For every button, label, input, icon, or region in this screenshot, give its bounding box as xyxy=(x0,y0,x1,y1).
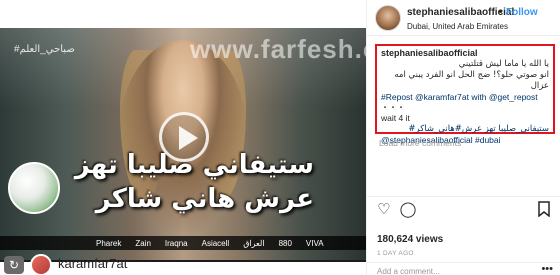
ticker-item: Pharek xyxy=(96,238,122,248)
ticker-item: VIVA xyxy=(305,238,324,248)
avatar[interactable] xyxy=(375,5,401,31)
post-video[interactable]: #صباحي_العلم www.farfesh.com ستيفاني صلي… xyxy=(0,0,366,275)
instagram-post: #صباحي_العلم www.farfesh.com ستيفاني صلي… xyxy=(0,0,560,275)
video-caption-line-2: عرش هاني شاكر xyxy=(95,184,314,214)
caption-arabic-line-1: يا الله يا ماما ليش قتلتيني xyxy=(458,59,549,69)
repost-username[interactable]: karamfar7at xyxy=(58,256,127,271)
football-graphic xyxy=(8,162,60,214)
post-side-panel: stephaniesalibaofficial • Follow Dubai, … xyxy=(366,0,560,275)
action-bar: ♡ ◯ xyxy=(367,196,560,222)
repost-icon: ↻ xyxy=(4,256,24,274)
caption-arabic-hashtags[interactable]: ستيفاني_صليبا تهز عرش#هاني_شاكر# xyxy=(381,124,549,135)
heart-icon[interactable]: ♡ xyxy=(375,201,393,219)
more-options-icon[interactable]: ••• xyxy=(541,263,553,275)
comment-icon[interactable]: ◯ xyxy=(399,201,417,219)
caption-dots: ・・・ xyxy=(381,103,405,112)
repost-bar: ↻ karamfar7at xyxy=(0,254,366,275)
caption-repost-line[interactable]: #Repost @karamfar7at with @get_repost xyxy=(381,92,549,103)
caption-highlight-box: stephaniesalibaofficial يا الله يا ماما … xyxy=(375,44,555,145)
repost-avatar[interactable] xyxy=(30,254,52,275)
channel-logo: #صباحي_العلم xyxy=(14,44,75,55)
bookmark-icon[interactable] xyxy=(535,201,553,219)
follow-button[interactable]: Follow xyxy=(506,7,538,18)
ticker-item: Iraqna xyxy=(164,238,188,248)
sponsor-ticker: Pharek Zain Iraqna Asiacell العراق 880 V… xyxy=(0,236,366,250)
caption-username[interactable]: stephaniesalibaofficial xyxy=(381,48,549,59)
load-more-comments-link[interactable]: Load more comments xyxy=(379,138,461,148)
ticker-item: Asiacell xyxy=(201,238,230,248)
media-top-bar xyxy=(0,0,366,28)
play-icon[interactable] xyxy=(159,112,209,162)
comment-input[interactable] xyxy=(377,265,527,275)
ticker-item: 880 xyxy=(278,238,292,248)
site-watermark: www.farfesh.com xyxy=(190,34,366,64)
ticker-item: العراق xyxy=(243,238,265,248)
separator-dot: • xyxy=(499,7,503,18)
view-count[interactable]: 180,624 views xyxy=(377,234,443,245)
bookmark-glyph xyxy=(538,201,550,218)
ticker-item: Zain xyxy=(135,238,151,248)
caption-arabic-line-2: انو صوتي حلو؟! ضج الحل انو الفرد يبني ام… xyxy=(394,70,549,91)
post-timestamp[interactable]: 1 DAY AGO xyxy=(377,250,414,257)
comment-bar: ••• xyxy=(367,262,560,275)
post-header: stephaniesalibaofficial • Follow Dubai, … xyxy=(367,0,560,36)
location-link[interactable]: Dubai, United Arab Emirates xyxy=(407,22,508,31)
caption-wait-text: wait 4 it xyxy=(381,113,410,123)
